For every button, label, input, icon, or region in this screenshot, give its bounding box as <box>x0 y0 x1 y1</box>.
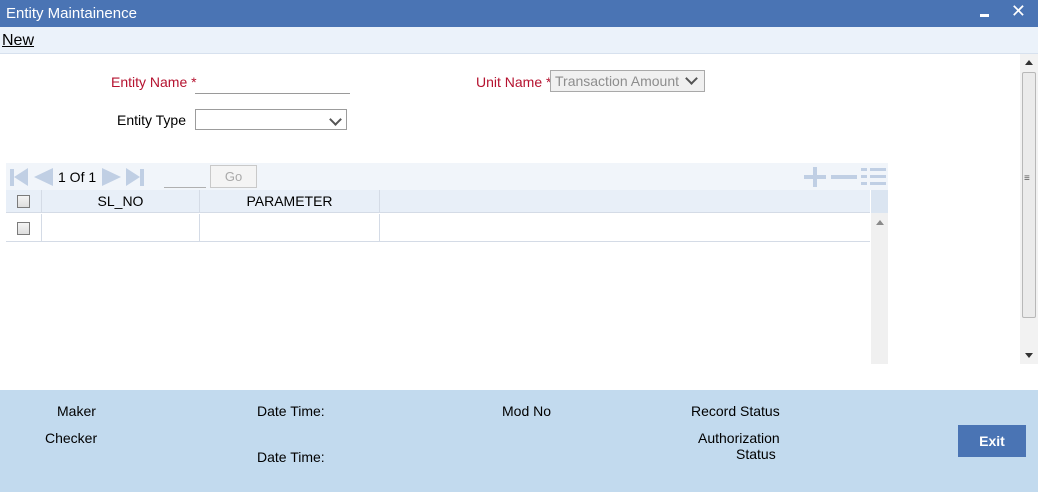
goto-page-input[interactable] <box>164 168 206 188</box>
maker-date-time-label: Date Time: <box>257 403 325 419</box>
new-link[interactable]: New <box>2 32 34 50</box>
unit-name-label-text: Unit Name <box>476 74 543 90</box>
select-all-checkbox[interactable] <box>17 195 30 208</box>
grid-scrollbar[interactable] <box>871 190 888 364</box>
chevron-down-icon <box>329 113 342 126</box>
page-scrollbar[interactable]: ≡ <box>1020 54 1038 364</box>
scroll-thumb[interactable] <box>1022 72 1036 318</box>
row-filler-cell <box>380 214 870 241</box>
unit-name-select[interactable]: Transaction Amount <box>550 70 705 92</box>
scroll-grip-icon: ≡ <box>1024 173 1030 184</box>
next-page-icon[interactable] <box>102 167 124 187</box>
entity-type-label: Entity Type <box>117 112 187 128</box>
scroll-up-icon[interactable] <box>876 220 884 225</box>
menu-bar: New <box>0 27 1038 54</box>
select-all-column <box>6 190 42 212</box>
grid-toolbar: 1 Of 1 Go <box>6 163 888 190</box>
authorization-label: Authorization <box>698 430 780 446</box>
scroll-down-icon[interactable] <box>1025 353 1033 358</box>
record-status-label: Record Status <box>691 403 780 419</box>
column-header-sl-no[interactable]: SL_NO <box>42 190 200 212</box>
grid-header: SL_NO PARAMETER <box>6 190 870 213</box>
checker-label: Checker <box>45 430 98 446</box>
column-header-label: SL_NO <box>97 193 144 209</box>
previous-page-icon[interactable] <box>32 167 54 187</box>
entity-name-label-text: Entity Name <box>111 74 188 90</box>
go-button[interactable]: Go <box>210 165 257 188</box>
row-select-cell <box>6 214 42 241</box>
first-page-icon[interactable] <box>8 167 30 187</box>
table-row[interactable] <box>6 214 870 242</box>
add-row-icon[interactable] <box>804 167 826 187</box>
unit-name-label: Unit Name * <box>476 74 551 90</box>
entity-name-input[interactable] <box>195 70 350 94</box>
minimize-icon[interactable] <box>978 4 992 22</box>
audit-footer: Maker Checker Date Time: Date Time: Mod … <box>0 390 1038 492</box>
column-header-parameter[interactable]: PARAMETER <box>200 190 380 212</box>
entity-type-select[interactable] <box>195 109 347 130</box>
column-header-label: PARAMETER <box>246 193 333 209</box>
column-header-filler <box>380 190 870 212</box>
last-page-icon[interactable] <box>126 167 148 187</box>
checker-date-time-label: Date Time: <box>257 449 325 465</box>
close-icon[interactable]: ✕ <box>1011 1 1026 21</box>
sl-no-cell[interactable] <box>42 214 200 241</box>
chevron-down-icon <box>685 72 698 85</box>
row-checkbox[interactable] <box>17 222 30 235</box>
single-view-icon[interactable] <box>861 166 886 188</box>
maker-label: Maker <box>57 403 96 419</box>
page-indicator: 1 Of 1 <box>58 169 97 185</box>
grid-scrollbar-cap <box>871 190 888 213</box>
entity-name-label: Entity Name * <box>111 74 197 90</box>
scroll-up-icon[interactable] <box>1025 60 1033 65</box>
entity-maintenance-window: Entity Maintainence ✕ New ≡ Entity Name … <box>0 0 1038 492</box>
delete-row-icon[interactable] <box>831 167 857 187</box>
authorization-status-label: Status <box>736 446 776 462</box>
window-title: Entity Maintainence <box>6 5 137 22</box>
mod-no-label: Mod No <box>502 403 552 419</box>
parameter-cell[interactable] <box>200 214 380 241</box>
exit-button[interactable]: Exit <box>958 425 1026 457</box>
title-bar: Entity Maintainence ✕ <box>0 0 1038 27</box>
unit-name-selected-value: Transaction Amount <box>555 73 679 89</box>
